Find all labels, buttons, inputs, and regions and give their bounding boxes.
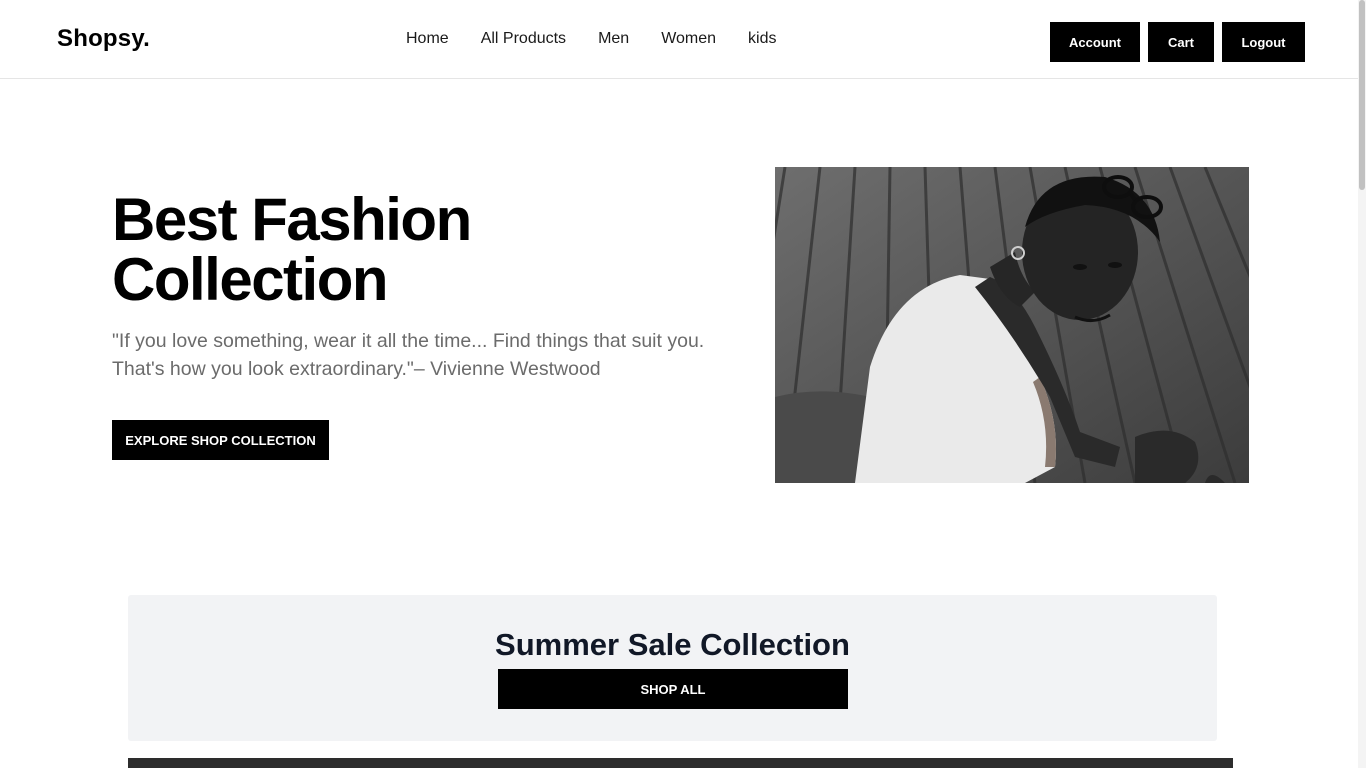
main-nav: Home All Products Men Women kids bbox=[406, 30, 776, 48]
nav-item-all-products[interactable]: All Products bbox=[481, 30, 566, 48]
hero-title: Best Fashion Collection bbox=[112, 190, 672, 310]
header-actions: Account Cart Logout bbox=[1050, 22, 1305, 62]
page: Shopsy. Home All Products Men Women kids… bbox=[0, 0, 1366, 768]
woman-portrait-photo bbox=[775, 167, 1249, 483]
brand-logo[interactable]: Shopsy. bbox=[57, 25, 150, 53]
site-header: Shopsy. Home All Products Men Women kids… bbox=[0, 0, 1358, 79]
hero-title-line: Collection bbox=[112, 246, 389, 313]
shop-all-button[interactable]: SHOP ALL bbox=[498, 669, 848, 709]
nav-item-women[interactable]: Women bbox=[661, 30, 716, 48]
next-section-edge bbox=[128, 758, 1233, 768]
hero-quote-line: "If you love something, wear it all the … bbox=[112, 330, 705, 352]
hero-image bbox=[775, 167, 1249, 483]
hero-quote-line: That's how you look extraordinary."– Viv… bbox=[112, 358, 601, 380]
sale-title: Summer Sale Collection bbox=[495, 627, 850, 662]
account-button[interactable]: Account bbox=[1050, 22, 1140, 62]
summer-sale-banner: Summer Sale Collection SHOP ALL bbox=[128, 595, 1217, 741]
nav-item-men[interactable]: Men bbox=[598, 30, 629, 48]
nav-item-home[interactable]: Home bbox=[406, 30, 449, 48]
hero-quote: "If you love something, wear it all the … bbox=[112, 327, 772, 383]
page-scrollbar[interactable] bbox=[1358, 0, 1366, 768]
hero-title-line: Best Fashion bbox=[112, 186, 472, 253]
explore-shop-button[interactable]: EXPLORE SHOP COLLECTION bbox=[112, 420, 329, 460]
scrollbar-thumb[interactable] bbox=[1359, 0, 1365, 190]
nav-item-kids[interactable]: kids bbox=[748, 30, 776, 48]
logout-button[interactable]: Logout bbox=[1222, 22, 1305, 62]
cart-button[interactable]: Cart bbox=[1148, 22, 1214, 62]
